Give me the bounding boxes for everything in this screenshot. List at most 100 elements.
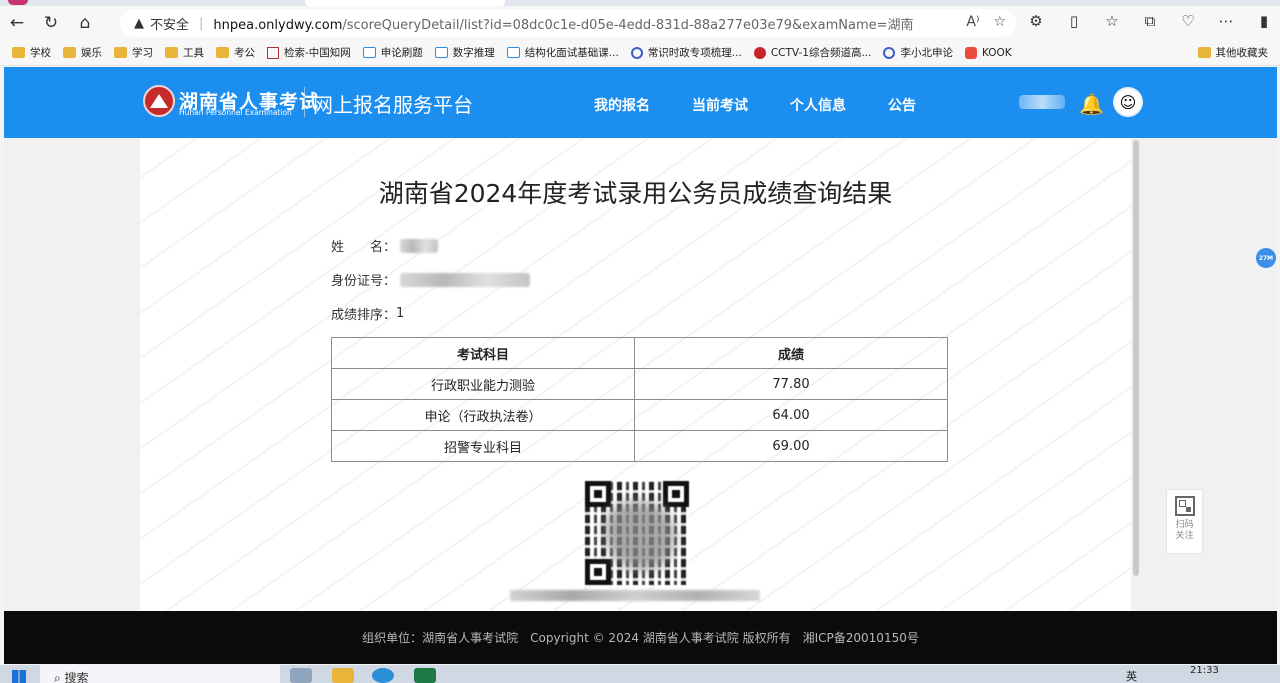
bookmark-item[interactable]: CCTV-1综合频道高...	[753, 45, 871, 60]
bilibili-icon	[506, 47, 520, 58]
ime-indicator[interactable]: 英	[1126, 668, 1137, 683]
scan-label-line2: 关注	[1175, 531, 1194, 541]
page-title: 湖南省2024年度考试录用公务员成绩查询结果	[378, 179, 893, 208]
url-text[interactable]: hnpea.onlydwy.com/scoreQueryDetail/list?…	[213, 14, 913, 33]
refresh-icon[interactable]: ↻	[34, 8, 68, 38]
split-screen-icon[interactable]: ▯	[1063, 12, 1085, 30]
file-explorer-icon[interactable]	[332, 668, 354, 683]
bookmark-label: 数字推理	[452, 47, 495, 59]
edge-browser-icon[interactable]	[372, 668, 394, 683]
tab-favicon[interactable]	[8, 0, 28, 5]
bookmark-item[interactable]: 考公	[216, 45, 255, 60]
other-bookmarks[interactable]: 其他收藏夹	[1197, 45, 1268, 60]
bookmark-item[interactable]: 娱乐	[63, 45, 102, 60]
collections-icon[interactable]: ⧉	[1139, 12, 1161, 30]
bookmark-item[interactable]: 检索-中国知网	[267, 45, 351, 60]
footer-org: 组织单位：湖南省人事考试院	[362, 631, 519, 645]
bookmark-label: 申论刷题	[380, 47, 423, 59]
windows-start-icon[interactable]	[12, 670, 26, 683]
rank-value: 1	[396, 306, 405, 321]
qr-redaction	[605, 501, 675, 571]
bookmark-label: 常识时政专项梳理...	[647, 47, 742, 59]
bookmark-label: 检索-中国知网	[284, 47, 351, 59]
nav-my-registration[interactable]: 我的报名	[594, 95, 650, 115]
floating-badge[interactable]: 27M	[1256, 248, 1276, 268]
warning-icon[interactable]: ▲	[134, 16, 144, 31]
nav-announcements[interactable]: 公告	[888, 95, 916, 115]
folder-icon	[12, 47, 25, 58]
url-path: /scoreQueryDetail/list?id=08dc0c1e-d05e-…	[342, 17, 914, 33]
qr-code	[585, 481, 689, 585]
url-host: hnpea.onlydwy.com	[213, 17, 343, 33]
subject-cell: 招警专业科目	[331, 430, 635, 462]
site-header: 湖南省人事考试 Hunan Personnel Examination 网上报名…	[4, 67, 1277, 138]
bookmark-item[interactable]: 学校	[12, 45, 51, 60]
bookmarks-bar: 学校 娱乐 学习 工具 考公 检索-中国知网 申论刷题 数字推理 结构化面试基础课... 常识时政…	[0, 40, 1280, 66]
scan-label-line1: 扫码	[1175, 520, 1194, 530]
taskbar-search[interactable]: ⌕ 搜索	[40, 665, 280, 683]
site-footer: 组织单位：湖南省人事考试院 Copyright © 2024 湖南省人事考试院 …	[4, 611, 1277, 664]
sidebar-toggle-icon[interactable]: ▮	[1253, 12, 1275, 30]
home-icon[interactable]: ⌂	[68, 8, 102, 38]
table-row: 行政职业能力测验 77.80	[331, 368, 948, 400]
folder-icon	[1197, 47, 1211, 58]
bilibili-icon	[434, 47, 448, 58]
scan-follow-widget[interactable]: 扫码 关注	[1166, 489, 1203, 554]
browser-essentials-icon[interactable]: ♡	[1177, 12, 1199, 30]
bookmark-label: 学习	[132, 47, 153, 59]
bilibili-icon	[362, 47, 376, 58]
folder-icon	[216, 47, 229, 58]
nav-personal-info[interactable]: 个人信息	[790, 95, 846, 115]
bookmark-item[interactable]: 工具	[165, 45, 204, 60]
bookmark-item[interactable]: 结构化面试基础课...	[506, 45, 619, 60]
cctv-icon	[753, 46, 766, 59]
bookmark-item[interactable]: 数字推理	[434, 45, 495, 60]
logo-emblem-icon[interactable]	[143, 85, 175, 117]
address-separator: |	[199, 15, 204, 31]
avatar[interactable]: ☺	[1113, 87, 1143, 117]
score-cell: 77.80	[634, 368, 948, 400]
bell-icon[interactable]: 🔔	[1079, 92, 1104, 116]
page-scrollbar[interactable]	[1133, 140, 1139, 576]
result-card: 湖南省2024年度考试录用公务员成绩查询结果 姓 名： 身份证号： 成绩排序： …	[140, 138, 1131, 611]
excel-icon[interactable]	[414, 668, 436, 683]
clock[interactable]: 21:33	[1190, 665, 1219, 676]
scan-label: 扫码 关注	[1175, 520, 1193, 542]
name-label: 姓 名：	[331, 240, 397, 255]
bookmark-item[interactable]: 常识时政专项梳理...	[630, 45, 742, 60]
bookmark-item[interactable]: 学习	[114, 45, 153, 60]
folder-icon	[114, 47, 127, 58]
id-label: 身份证号：	[331, 274, 397, 289]
nav-current-exam[interactable]: 当前考试	[692, 95, 748, 115]
footer-icp[interactable]: 湘ICP备20010150号	[803, 629, 919, 646]
favorites-icon[interactable]: ☆	[1101, 12, 1123, 30]
id-redacted	[400, 272, 531, 287]
back-icon[interactable]: ←	[0, 8, 34, 38]
table-row: 招警专业科目 69.00	[331, 430, 948, 462]
folder-icon	[63, 47, 76, 58]
table-row: 申论（行政执法卷） 64.00	[331, 399, 948, 431]
favorite-star-icon[interactable]: ☆	[993, 14, 1006, 30]
header-subject: 考试科目	[331, 337, 635, 369]
footer-copyright: Copyright © 2024 湖南省人事考试院 版权所有	[530, 631, 791, 645]
bookmark-item[interactable]: 申论刷题	[362, 45, 423, 60]
taskbar: ⌕ 搜索 英 21:33	[0, 665, 1280, 683]
username-redacted[interactable]	[1019, 95, 1065, 109]
bookmark-item[interactable]: 李小北申论	[883, 45, 953, 60]
bookmark-label: 考公	[234, 47, 255, 59]
security-label[interactable]: 不安全	[150, 14, 189, 33]
qr-finder	[585, 559, 611, 585]
more-menu-icon[interactable]: ⋯	[1215, 12, 1237, 30]
bookmark-item[interactable]: KOOK	[964, 46, 1012, 59]
qr-caption-redacted	[510, 590, 760, 601]
address-bar[interactable]: ▲ 不安全 | hnpea.onlydwy.com/scoreQueryDeta…	[120, 9, 1016, 37]
extensions-icon[interactable]: ⚙	[1025, 12, 1047, 30]
qr-finder	[585, 481, 611, 507]
qr-finder	[663, 481, 689, 507]
rank-field: 成绩排序： 1	[331, 304, 404, 323]
id-field: 身份证号：	[331, 270, 531, 289]
taskbar-app-icon[interactable]	[290, 668, 312, 683]
read-aloud-icon[interactable]: A⁾	[966, 14, 979, 30]
globe-icon	[630, 46, 643, 59]
browser-toolbar: ← ↻ ⌂ ▲ 不安全 | hnpea.onlydwy.com/scoreQue…	[0, 6, 1280, 40]
